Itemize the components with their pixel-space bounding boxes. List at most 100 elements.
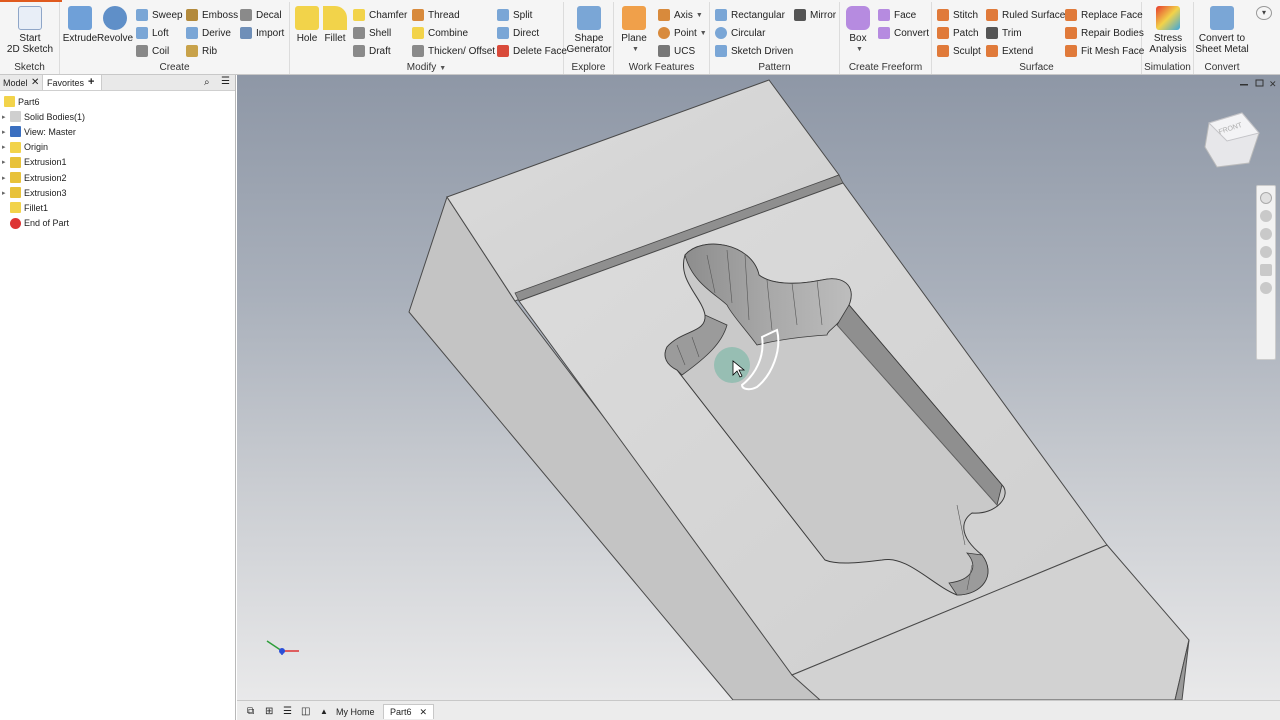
emboss-button[interactable]: Emboss [186, 7, 238, 23]
ucs-button[interactable]: UCS [658, 43, 695, 59]
viewport-window-controls[interactable]: ✕ [1240, 79, 1277, 89]
box-button[interactable]: Box ▼ [844, 6, 872, 55]
shell-icon [353, 27, 365, 39]
modify-group: Hole Fillet Chamfer Shell Draft Thread C… [290, 2, 567, 74]
view-face-icon[interactable] [1260, 264, 1272, 276]
expand-toggle-icon[interactable]: ▸ [2, 158, 10, 166]
tab-model[interactable]: Model [3, 78, 28, 88]
close-icon[interactable]: ✕ [420, 707, 428, 718]
delete-face-button[interactable]: Delete Face [497, 43, 567, 59]
point-button[interactable]: Point ▼ [658, 25, 707, 41]
decal-button[interactable]: Decal [240, 7, 282, 23]
thread-button[interactable]: Thread [412, 7, 460, 23]
revolve-button[interactable]: Revolve [97, 6, 133, 44]
replace-face-icon [1065, 9, 1077, 21]
tree-node-part[interactable]: Part6 [2, 94, 40, 109]
tree-node-fillet[interactable]: Fillet1 [2, 200, 48, 215]
work-features-group: Plane ▼ Axis ▼ Point ▼ UCS Work Features [614, 2, 710, 74]
import-button[interactable]: Import [240, 25, 284, 41]
convert-group-label: Convert [1204, 62, 1240, 73]
point-dropdown-icon: ▼ [699, 29, 707, 37]
combine-button[interactable]: Combine [412, 25, 468, 41]
axis-button[interactable]: Axis ▼ [658, 7, 703, 23]
chamfer-button[interactable]: Chamfer [353, 7, 407, 23]
tab-my-home[interactable]: My Home [330, 704, 381, 719]
sweep-button[interactable]: Sweep [136, 7, 183, 23]
replace-face-button[interactable]: Replace Face [1065, 7, 1143, 23]
coil-icon [136, 45, 148, 57]
pan-icon[interactable] [1260, 210, 1272, 222]
stress-analysis-button[interactable]: Stress Analysis [1144, 6, 1192, 55]
nav-options-icon[interactable] [1260, 282, 1272, 294]
hole-button[interactable]: Hole [294, 6, 320, 44]
stitch-button[interactable]: Stitch [937, 7, 978, 23]
zoom-icon[interactable] [1260, 228, 1272, 240]
origin-icon [10, 141, 21, 153]
ruled-surface-button[interactable]: Ruled Surface [986, 7, 1065, 23]
explore-group: Shape Generator Explore [564, 2, 614, 74]
surface-group: Stitch Patch Sculpt Ruled Surface Trim E… [932, 2, 1144, 74]
expand-toggle-icon[interactable]: ▸ [2, 128, 10, 136]
fit-mesh-face-button[interactable]: Fit Mesh Face [1065, 43, 1144, 59]
circular-pattern-button[interactable]: Circular [715, 25, 765, 41]
shape-generator-button[interactable]: Shape Generator [566, 6, 612, 55]
plane-dropdown-icon: ▼ [632, 46, 639, 53]
solid-bodies-icon [10, 111, 21, 123]
sculpt-button[interactable]: Sculpt [937, 43, 981, 59]
convert-freeform-button[interactable]: Convert [878, 25, 929, 41]
view-cube[interactable]: FRONT [1204, 112, 1260, 168]
shell-button[interactable]: Shell [353, 25, 391, 41]
sketch-driven-pattern-button[interactable]: Sketch Driven [715, 43, 793, 59]
thicken-offset-button[interactable]: Thicken/ Offset [412, 43, 495, 59]
add-tab-button[interactable]: + [88, 76, 94, 88]
tree-node-solid-bodies[interactable]: ▸ Solid Bodies(1) [2, 109, 85, 124]
start-2d-sketch-button[interactable]: Start 2D Sketch [6, 6, 54, 55]
rib-button[interactable]: Rib [186, 43, 217, 59]
thicken-icon [412, 45, 424, 57]
fillet-button[interactable]: Fillet [322, 6, 348, 44]
expand-toggle-icon[interactable]: ▸ [2, 174, 10, 182]
tree-node-origin[interactable]: ▸ Origin [2, 140, 48, 155]
split-icon [497, 9, 509, 21]
stitch-icon [937, 9, 949, 21]
menu-icon[interactable]: ☰ [221, 76, 230, 87]
search-icon[interactable]: ⌕ [204, 77, 210, 88]
expand-toggle-icon[interactable]: ▸ [2, 143, 10, 151]
ribbon-options-icon[interactable]: ▾ [1256, 6, 1272, 20]
close-tab-icon[interactable]: ✕ [31, 77, 39, 88]
steering-wheel-icon[interactable] [1260, 192, 1272, 204]
expand-toggle-icon[interactable]: ▸ [2, 189, 10, 197]
tree-node-view[interactable]: ▸ View: Master [2, 124, 76, 139]
loft-button[interactable]: Loft [136, 25, 169, 41]
tree-node-label: End of Part [24, 218, 70, 229]
face-button[interactable]: Face [878, 7, 916, 23]
svg-text:✕: ✕ [1269, 79, 1277, 89]
tree-node-extrusion[interactable]: ▸ Extrusion3 [2, 185, 67, 200]
repair-bodies-button[interactable]: Repair Bodies [1065, 25, 1144, 41]
extend-button[interactable]: Extend [986, 43, 1033, 59]
expand-toggle-icon[interactable]: ▸ [2, 113, 10, 121]
convert-to-sheet-metal-button[interactable]: Convert to Sheet Metal [1195, 6, 1249, 55]
tree-node-extrusion[interactable]: ▸ Extrusion1 [2, 155, 67, 170]
extrude-button[interactable]: Extrude [63, 6, 97, 44]
mirror-button[interactable]: Mirror [794, 7, 836, 23]
plane-button[interactable]: Plane ▼ [618, 6, 650, 55]
trim-button[interactable]: Trim [986, 25, 1022, 41]
direct-button[interactable]: Direct [497, 25, 539, 41]
tab-part6[interactable]: Part6 ✕ [383, 704, 435, 719]
part-model[interactable]: ✕ FRONT [237, 75, 1280, 700]
modify-group-label[interactable]: Modify ▼ [290, 62, 563, 73]
coordinate-triad-icon [266, 640, 299, 655]
document-tab-bar: ⧉ ⊞ ☰ ◫ ▲ My Home Part6 ✕ [237, 700, 1280, 720]
orbit-icon[interactable] [1260, 246, 1272, 258]
cascade-windows-icon[interactable]: ⧉ [241, 704, 260, 719]
tree-node-extrusion[interactable]: ▸ Extrusion2 [2, 170, 67, 185]
derive-button[interactable]: Derive [186, 25, 231, 41]
graphics-viewport[interactable]: ✕ FRONT [237, 75, 1280, 700]
coil-button[interactable]: Coil [136, 43, 169, 59]
draft-button[interactable]: Draft [353, 43, 391, 59]
rectangular-pattern-button[interactable]: Rectangular [715, 7, 785, 23]
tree-node-end-of-part[interactable]: End of Part [2, 216, 69, 231]
split-button[interactable]: Split [497, 7, 532, 23]
patch-button[interactable]: Patch [937, 25, 979, 41]
